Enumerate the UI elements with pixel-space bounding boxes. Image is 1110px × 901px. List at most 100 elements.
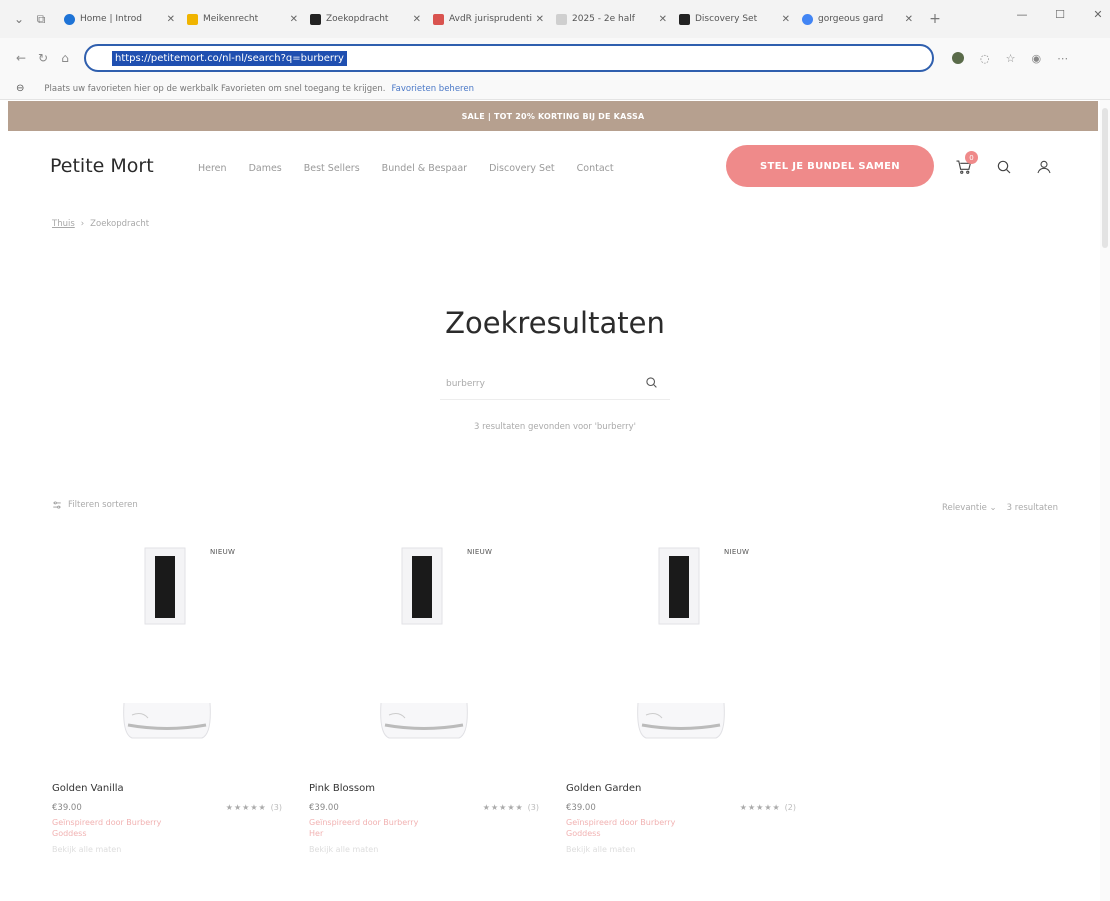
nav-item-heren[interactable]: Heren [198,163,227,174]
close-window-icon[interactable]: ✕ [1090,8,1106,21]
close-tab-icon[interactable]: ✕ [167,14,175,25]
browser-tab-bar: ⌄ ⧉ Home | Introd ✕ Meikenrecht ✕ Zoekop… [0,0,1110,38]
tab-title: Meikenrecht [203,14,259,24]
product-rating: ★★★★★ (3) [226,803,282,813]
nav-item-dames[interactable]: Dames [249,163,282,174]
search-input[interactable] [446,378,616,389]
browser-tab[interactable]: Discovery Set ✕ [673,5,796,33]
breadcrumb: Thuis › Zoekopdracht [52,219,149,229]
close-tab-icon[interactable]: ✕ [290,14,298,25]
browser-tab[interactable]: Home | Introd ✕ [58,5,181,33]
new-badge: NIEUW [210,548,236,556]
home-icon[interactable]: ⌂ [54,51,76,65]
tab-favicon-icon [556,13,567,25]
product-image[interactable]: NIEUW [566,538,796,758]
product-card[interactable]: NIEUW Golden Garden €39.00 ★★★★★ (2) Geïn… [566,538,796,854]
review-count: (3) [270,803,282,812]
extension-icon[interactable] [952,52,964,64]
page-scrollbar[interactable] [1100,100,1110,901]
search-icon[interactable] [994,157,1014,177]
product-name[interactable]: Pink Blossom [309,783,539,794]
product-sizes-link[interactable]: Bekijk alle maten [52,845,282,854]
maximize-icon[interactable]: ☐ [1052,8,1068,21]
browser-tab[interactable]: gorgeous gard ✕ [796,5,919,33]
product-image[interactable]: NIEUW [52,538,282,758]
page-title: Zoekresultaten [445,306,665,340]
toolbar-icons: ◌ ☆ ◉ ⋯ [952,52,1068,65]
nav-item-best-sellers[interactable]: Best Sellers [304,163,360,174]
product-price: €39.00 [566,803,596,813]
product-name[interactable]: Golden Garden [566,783,796,794]
product-name[interactable]: Golden Vanilla [52,783,282,794]
tab-actions-icon[interactable]: ⌄ [8,8,30,30]
address-input[interactable]: https://petitemort.co/nl-nl/search?q=bur… [84,44,934,72]
back-icon[interactable]: ← [10,51,32,65]
favorites-folder-icon[interactable]: ⊖ [16,83,24,94]
manage-favorites-link[interactable]: Favorieten beheren [392,84,474,94]
site-header: Petite Mort Heren Dames Best Sellers Bun… [8,131,1098,201]
close-tab-icon[interactable]: ✕ [659,14,667,25]
favorite-star-icon[interactable]: ☆ [1006,52,1016,65]
product-sizes-link[interactable]: Bekijk alle maten [566,845,796,854]
url-text: https://petitemort.co/nl-nl/search?q=bur… [112,50,347,66]
product-rating: ★★★★★ (2) [740,803,796,813]
minimize-icon[interactable]: — [1014,8,1030,21]
read-aloud-icon[interactable]: ◌ [980,52,990,65]
new-tab-icon[interactable]: + [923,11,947,27]
product-sizes-link[interactable]: Bekijk alle maten [309,845,539,854]
product-inspiration: Geïnspireerd door Burberry Goddess [566,818,676,838]
browser-tab[interactable]: Zoekopdracht ✕ [304,5,427,33]
product-inspiration: Geïnspireerd door Burberry Goddess [52,818,162,838]
tab-strip: Home | Introd ✕ Meikenrecht ✕ Zoekopdrac… [58,5,947,33]
nav-item-bundel[interactable]: Bundel & Bespaar [382,163,467,174]
close-tab-icon[interactable]: ✕ [905,14,913,25]
new-badge: NIEUW [467,548,493,556]
close-tab-icon[interactable]: ✕ [536,14,544,25]
cart-count-badge: 0 [965,151,978,164]
window-controls: — ☐ ✕ [1014,8,1106,21]
scrollbar-thumb[interactable] [1102,108,1108,248]
nav-item-discovery-set[interactable]: Discovery Set [489,163,555,174]
promo-banner[interactable]: SALE | TOT 20% KORTING BIJ DE KASSA [8,101,1098,131]
nav-item-contact[interactable]: Contact [577,163,614,174]
breadcrumb-home-link[interactable]: Thuis [52,219,75,229]
filter-toggle[interactable]: Filteren sorteren [52,500,138,510]
profile-icon[interactable]: ◉ [1031,52,1041,65]
close-tab-icon[interactable]: ✕ [413,14,421,25]
account-icon[interactable] [1034,157,1054,177]
workspaces-icon[interactable]: ⧉ [30,8,52,30]
browser-tab[interactable]: AvdR jurisprudentie ✕ [427,5,550,33]
refresh-icon[interactable]: ↻ [32,51,54,65]
tab-favicon-icon [679,13,690,25]
tab-title: AvdR jurisprudentie [449,14,532,24]
tab-favicon-icon [433,13,444,25]
product-inspiration: Geïnspireerd door Burberry Her [309,818,419,838]
cart-icon[interactable]: 0 [954,151,978,177]
site-logo[interactable]: Petite Mort [50,155,154,177]
product-card[interactable]: NIEUW Pink Blossom €39.00 ★★★★★ (3) Geïns… [309,538,539,854]
more-icon[interactable]: ⋯ [1057,52,1068,65]
review-count: (3) [527,803,539,812]
review-count: (2) [784,803,796,812]
browser-tab[interactable]: 2025 - 2e half ✕ [550,5,673,33]
tab-title: 2025 - 2e half [572,14,635,24]
tab-favicon-icon [187,13,198,25]
tab-title: gorgeous gard [818,14,884,24]
search-submit-icon[interactable] [645,374,658,393]
close-tab-icon[interactable]: ✕ [782,14,790,25]
rating-stars-icon: ★★★★★ [225,803,267,812]
product-image[interactable]: NIEUW [309,538,539,758]
sort-label: Relevantie [941,503,987,513]
filter-label: Filteren sorteren [68,500,138,510]
product-grid: NIEUW Golden Vanilla €39.00 ★★★★★ (3) Geï… [52,538,796,854]
product-rating: ★★★★★ (3) [483,803,539,813]
build-bundle-button[interactable]: STEL JE BUNDEL SAMEN [726,145,934,187]
product-card[interactable]: NIEUW Golden Vanilla €39.00 ★★★★★ (3) Geï… [52,538,282,854]
main-nav: Heren Dames Best Sellers Bundel & Bespaa… [198,163,614,174]
tab-favicon-icon [64,13,75,25]
browser-tab[interactable]: Meikenrecht ✕ [181,5,304,33]
results-label: 3 resultaten [1006,503,1058,513]
favorites-bar: ⊖ Plaats uw favorieten hier op de werkba… [0,78,1110,100]
new-badge: NIEUW [724,548,750,556]
sort-select[interactable]: Relevantie ⌄ [942,503,997,513]
